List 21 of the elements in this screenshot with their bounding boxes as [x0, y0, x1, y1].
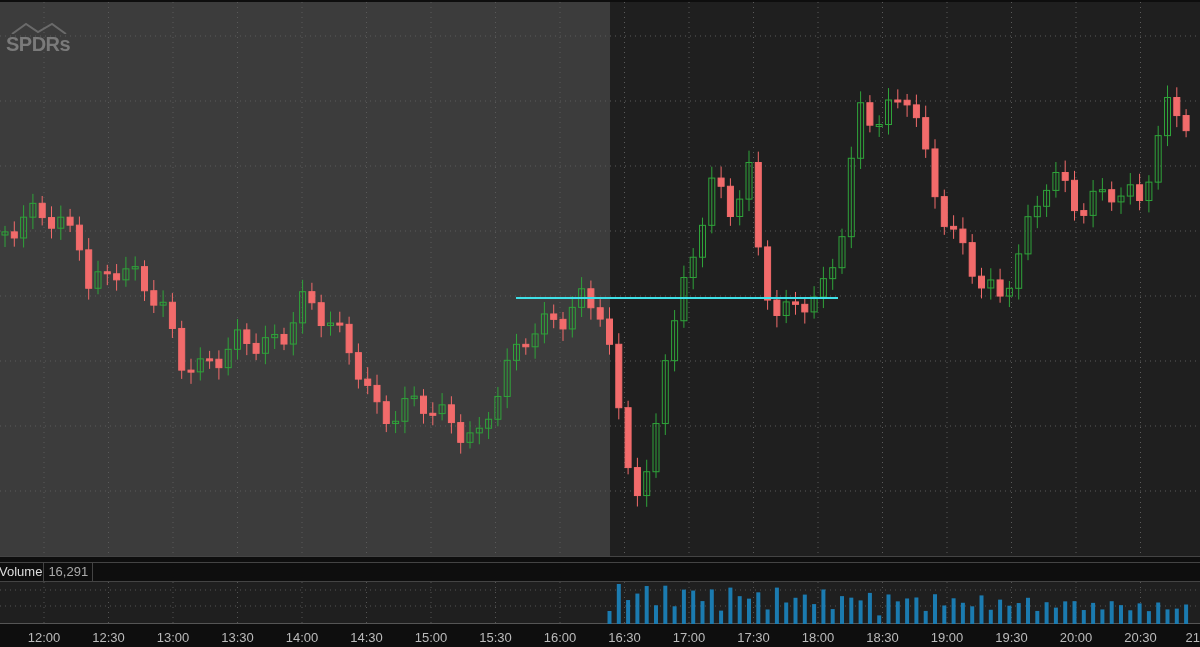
time-label: 20:30	[1124, 629, 1157, 647]
time-label: 13:30	[221, 629, 254, 647]
time-label: 18:00	[801, 629, 835, 647]
time-label: 15:00	[414, 629, 448, 647]
time-label: 17:00	[672, 629, 706, 647]
volume-value: 16,291	[44, 563, 94, 581]
time-label: 16:30	[608, 629, 641, 647]
time-label: 21	[1185, 629, 1200, 647]
time-label: 18:30	[866, 629, 899, 647]
time-label: 20:00	[1059, 629, 1093, 647]
time-label: 19:30	[995, 629, 1028, 647]
time-label: 15:30	[479, 629, 512, 647]
time-label: 13:00	[156, 629, 190, 647]
time-label: 19:00	[930, 629, 964, 647]
logo: SPDRs	[6, 34, 71, 54]
time-label: 12:00	[27, 629, 61, 647]
time-label: 17:30	[737, 629, 770, 647]
time-label: 14:00	[285, 629, 319, 647]
time-label: 14:30	[350, 629, 383, 647]
time-label: 12:30	[92, 629, 125, 647]
time-label: 16:00	[543, 629, 577, 647]
